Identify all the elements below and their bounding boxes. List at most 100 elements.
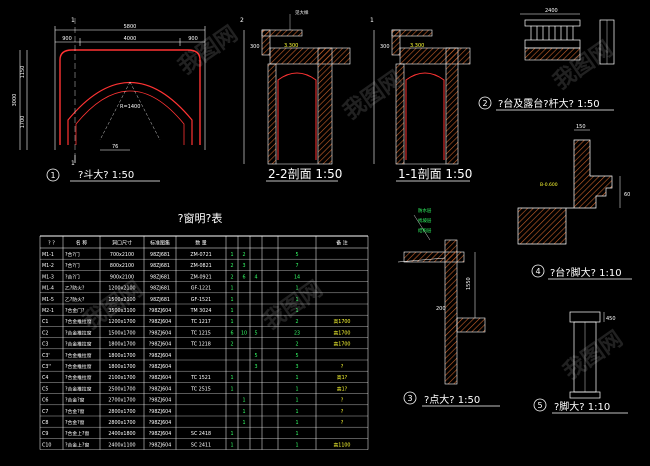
dim-60: 60 xyxy=(624,192,630,198)
watermark-4: 我图网 xyxy=(79,277,147,335)
table-cell: ?合?门 xyxy=(65,262,80,269)
table-cell: M1-1 xyxy=(42,252,54,258)
table-cell: TC 1218 xyxy=(190,342,211,348)
watermark-3: 我图网 xyxy=(549,37,617,95)
table-cell: 3 xyxy=(295,364,298,370)
table-cell: 1 xyxy=(230,386,233,392)
table-cell: TC 1521 xyxy=(190,375,211,381)
table-cell: 2 xyxy=(230,342,233,348)
dim-900-left: 900 xyxy=(62,36,72,42)
table-cell: ?98ZJ604 xyxy=(149,353,172,359)
table-cell: M1-2 xyxy=(42,263,54,269)
table-cell: 2 xyxy=(295,342,298,348)
table-cell: 1 xyxy=(295,420,298,426)
table-cell: SC 2418 xyxy=(191,431,211,437)
section-2-2: 300 3.300 见大样 2 2-2剖面 1:50 xyxy=(240,9,351,182)
cut-label-1-top: 1 xyxy=(71,17,75,24)
table-cell: ?98ZJ604 xyxy=(149,409,172,415)
table-cell: M1-5 xyxy=(42,297,54,303)
table-cell: M2-1 xyxy=(42,308,54,314)
dim-1700: 1700 xyxy=(20,116,26,129)
table-cell: C3' xyxy=(42,353,50,359)
table-cell: 2400x1800 xyxy=(108,431,135,437)
table-cell: ?合金上?窗 xyxy=(65,430,89,437)
table-cell: 2100x1700 xyxy=(108,375,135,381)
title-balcony: ?台及露台?杆大? 1:50 xyxy=(498,97,600,110)
table-cell: C6 xyxy=(42,398,48,404)
table-cell: 高1? xyxy=(337,385,348,392)
door-window-schedule: ? ? 名 称 洞口尺寸 标准图集 数 量 备 注 M1-1 ?合?门 700x2100 98ZJ… xyxy=(39,235,369,450)
table-cell: ?98ZJ604 xyxy=(149,308,172,314)
watermark-5: 我图网 xyxy=(259,277,327,335)
table-cell: 1800x1700 xyxy=(108,364,135,370)
table-cell: ?合金?窗 xyxy=(65,408,85,415)
table-cell: 5 xyxy=(295,353,298,359)
table-cell: 10 xyxy=(241,330,247,336)
table-cell: 1800x1700 xyxy=(108,342,135,348)
table-cell: 乙?防火? xyxy=(65,296,85,303)
table-cell: ?98ZJ604 xyxy=(149,330,172,336)
eave-note-3: 结构层 xyxy=(418,227,432,234)
table-cell: M1-4 xyxy=(42,286,54,292)
table-header-cell: 备 注 xyxy=(336,240,348,247)
dim-200: 200 xyxy=(436,306,446,312)
table-cell: 1 xyxy=(230,297,233,303)
watermark-1: 我图网 xyxy=(174,22,242,80)
table-cell: 高1100 xyxy=(333,441,350,448)
marker-5: 5 xyxy=(537,401,542,410)
dim-radius: R=1400 xyxy=(120,104,140,110)
table-cell: 14 xyxy=(294,274,300,280)
table-cell: ?合金推拉窗 xyxy=(65,341,92,348)
table-cell: 2800x1700 xyxy=(108,420,135,426)
table-cell: GF-1221 xyxy=(191,286,211,292)
table-cell: SC 2411 xyxy=(191,442,211,448)
table-cell: 1500x1700 xyxy=(108,330,135,336)
table-cell: 5 xyxy=(254,353,257,359)
table-cell: ?98ZJ604 xyxy=(149,364,172,370)
table-cell: 5 xyxy=(295,252,298,258)
dim-150: 150 xyxy=(576,124,586,130)
table-cell: 1 xyxy=(230,431,233,437)
table-cell: 1 xyxy=(295,398,298,404)
table-cell: 1 xyxy=(230,286,233,292)
table-cell: ?合金推拉窗 xyxy=(65,374,92,381)
table-cell: 1 xyxy=(242,398,245,404)
table-cell: ?合金推拉窗 xyxy=(65,363,92,370)
table-cell: ZM-0921 xyxy=(190,274,211,280)
table-cell: 1 xyxy=(230,442,233,448)
table-cell: 98ZJ681 xyxy=(150,263,170,269)
table-cell: 98ZJ681 xyxy=(150,286,170,292)
dim-300-s22: 300 xyxy=(250,44,260,50)
table-cell: 1 xyxy=(295,386,298,392)
table-cell: 3 xyxy=(254,364,257,370)
table-cell: 98ZJ681 xyxy=(150,297,170,303)
eave-detail: 防水层 找坡层 结构层 1550 200 3 ?点大? 1:50 xyxy=(397,207,500,407)
table-cell: 700x2100 xyxy=(110,252,134,258)
title-sill: ?台?脚大? 1:10 xyxy=(550,266,622,279)
dim-1550: 1550 xyxy=(466,277,472,290)
table-cell: 1800x1700 xyxy=(108,353,135,359)
table-cell: ?合金?窗 xyxy=(65,419,85,426)
table-cell: 1 xyxy=(230,308,233,314)
sill-level: B-0.600 xyxy=(540,182,558,188)
table-cell: C5 xyxy=(42,386,48,392)
table-cell: C4 xyxy=(42,375,48,381)
table-cell: 7 xyxy=(295,263,298,269)
table-cell: 2700x1700 xyxy=(108,398,135,404)
table-cell: ?合?门 xyxy=(65,273,80,280)
table-cell: ? xyxy=(341,409,344,415)
table-cell: C3 xyxy=(42,342,48,348)
table-cell: 1 xyxy=(230,319,233,325)
cad-drawing-sheet: 5800 4000 900 900 3000 1150 1700 R=1400 … xyxy=(12,8,632,450)
table-cell: ZM-0721 xyxy=(190,252,211,258)
table-cell: ? xyxy=(341,398,344,404)
table-cell: 2500x1700 xyxy=(108,386,135,392)
eave-note-2: 找坡层 xyxy=(418,217,432,224)
table-cell: 乙?防火? xyxy=(65,285,85,292)
table-cell: ?98ZJ604 xyxy=(149,319,172,325)
table-cell: ?98ZJ604 xyxy=(149,420,172,426)
table-cell: 1 xyxy=(295,375,298,381)
table-header-cell: 数 量 xyxy=(195,240,207,247)
title-door-head: ?斗大? 1:50 xyxy=(78,168,134,181)
table-cell: C9 xyxy=(42,431,48,437)
